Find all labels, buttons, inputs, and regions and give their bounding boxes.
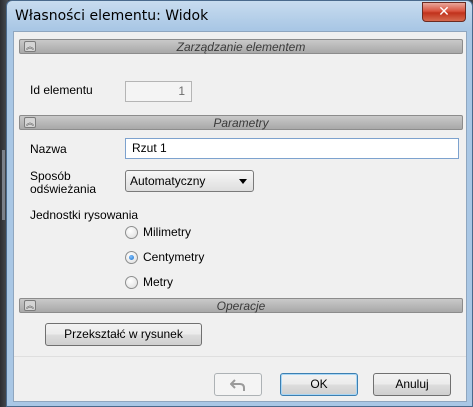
title-bar[interactable]: Własności elementu: Widok ✕: [7, 1, 472, 31]
close-icon: ✕: [438, 4, 450, 20]
name-label: Nazwa: [30, 142, 67, 156]
section-header-management[interactable]: ︽ Zarządzanie elementem: [19, 39, 463, 54]
footer-divider: [14, 356, 466, 357]
convert-to-drawing-button[interactable]: Przekształć w rysunek: [45, 323, 202, 346]
refresh-label-line1: Sposób: [30, 169, 71, 183]
section-header-parameters[interactable]: ︽ Parametry: [19, 115, 463, 130]
ok-button[interactable]: OK: [280, 373, 358, 396]
section-title: Operacje: [216, 299, 266, 313]
refresh-mode-value: Automatyczny: [130, 174, 206, 188]
properties-dialog: Własności elementu: Widok ✕ ︽ Zarządzani…: [6, 0, 473, 407]
chevron-down-icon: [239, 179, 247, 184]
window-title: Własności elementu: Widok: [15, 8, 209, 24]
id-field: 1: [125, 81, 192, 102]
cancel-button[interactable]: Anuluj: [373, 373, 451, 396]
refresh-mode-select[interactable]: Automatyczny: [125, 170, 254, 192]
close-button[interactable]: ✕: [422, 2, 466, 22]
radio-button[interactable]: [125, 251, 138, 264]
refresh-label-line2: odświeżania: [30, 182, 97, 196]
undo-icon: [229, 379, 245, 391]
radio-label: Metry: [143, 275, 173, 289]
undo-button[interactable]: [214, 373, 262, 396]
section-title: Zarządzanie elementem: [176, 40, 306, 54]
radio-button[interactable]: [125, 276, 138, 289]
radio-button[interactable]: [125, 226, 138, 239]
units-label: Jednostki rysowania: [30, 208, 139, 222]
section-header-operations[interactable]: ︽ Operacje: [19, 298, 463, 313]
radio-label: Centymetry: [143, 250, 205, 264]
dialog-body: ︽ Zarządzanie elementem Id elementu 1 ︽ …: [13, 31, 467, 402]
section-title: Parametry: [213, 116, 269, 130]
radio-label: Milimetry: [143, 225, 191, 239]
name-input[interactable]: Rzut 1: [125, 138, 459, 159]
id-label: Id elementu: [30, 83, 93, 97]
